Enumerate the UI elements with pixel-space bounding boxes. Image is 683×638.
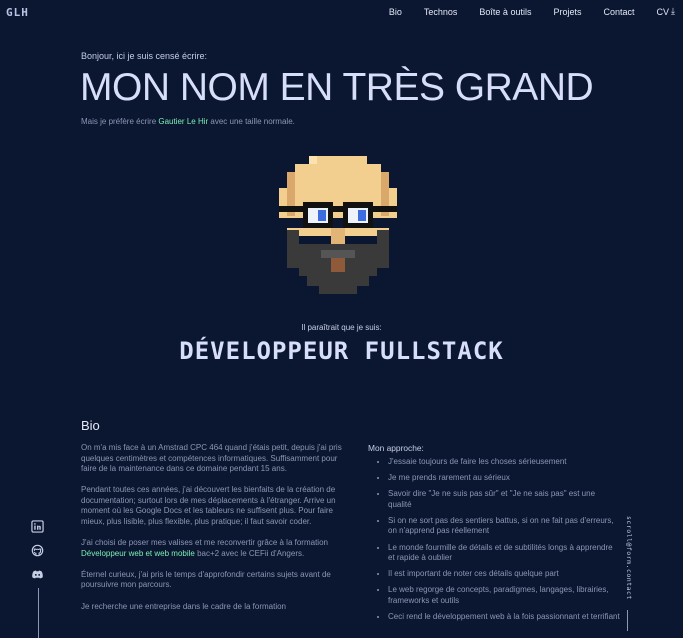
approach-item: Il est important de noter ces détails qu… bbox=[388, 569, 620, 580]
discord-icon[interactable] bbox=[31, 568, 44, 581]
linkedin-icon[interactable] bbox=[31, 520, 44, 533]
contact-email-link[interactable]: scroll@form.contact bbox=[621, 516, 633, 606]
approach-item: Le web regorge de concepts, paradigmes, … bbox=[388, 585, 620, 606]
nav-bio[interactable]: Bio bbox=[389, 6, 402, 17]
approach-item: Savoir dire "Je ne suis pas sûr" et "Je … bbox=[388, 489, 620, 510]
approach-list: J'essaie toujours de faire les choses sé… bbox=[368, 457, 620, 628]
cv-label: CV bbox=[656, 6, 670, 17]
github-icon[interactable] bbox=[31, 544, 44, 557]
social-links bbox=[31, 520, 47, 638]
nav-projets[interactable]: Projets bbox=[553, 6, 581, 17]
approach-item: Ceci rend le développement web à la fois… bbox=[388, 612, 620, 623]
approach-item: Le monde fourmille de détails et de subt… bbox=[388, 543, 620, 564]
nav-toolbox[interactable]: Boîte à outils bbox=[479, 6, 531, 17]
nav-contact[interactable]: Contact bbox=[603, 6, 634, 17]
approach-item: J'essaie toujours de faire les choses sé… bbox=[388, 457, 620, 468]
bio-paragraph-2: Pendant toutes ces années, j'ai découver… bbox=[81, 485, 336, 527]
site-logo[interactable]: GLH bbox=[6, 6, 29, 19]
training-link[interactable]: Développeur web et web mobile bbox=[81, 549, 195, 558]
download-icon: ⤓ bbox=[671, 6, 675, 16]
pixel-avatar-image bbox=[279, 156, 397, 294]
email-divider-line bbox=[627, 610, 628, 631]
main-nav: Bio Technos Boîte à outils Projets Conta… bbox=[367, 6, 675, 17]
hero-subtitle: Mais je préfère écrire Gautier Le Hir av… bbox=[81, 117, 295, 126]
bio-heading: Bio bbox=[81, 418, 100, 433]
subtitle-after: avec une taille normale. bbox=[208, 117, 295, 126]
role-title: DÉVELOPPEUR FULLSTACK bbox=[179, 337, 504, 365]
bio-paragraph-5: Je recherche une entreprise dans le cadr… bbox=[81, 601, 287, 611]
bio-paragraph-3: J'ai choisi de poser mes valises et me r… bbox=[81, 538, 343, 559]
hero-big-name: MON NOM EN TRÈS GRAND bbox=[80, 66, 594, 109]
bio-paragraph-4: Éternel curieux, j'ai pris le temps d'ap… bbox=[81, 569, 331, 590]
approach-item: Si on ne sort pas des sentiers battus, s… bbox=[388, 516, 620, 537]
nav-technos[interactable]: Technos bbox=[424, 6, 458, 17]
bio-paragraph-1: On m'a mis face à un Amstrad CPC 464 qua… bbox=[81, 443, 342, 474]
subtitle-before: Mais je préfère écrire bbox=[81, 117, 159, 126]
hero-intro: Bonjour, ici je suis censé écrire: bbox=[81, 51, 208, 61]
top-bar: GLH Bio Technos Boîte à outils Projets C… bbox=[0, 0, 683, 24]
role-intro: Il paraîtrait que je suis: bbox=[301, 323, 382, 332]
bio-p3-before: J'ai choisi de poser mes valises et me r… bbox=[81, 538, 328, 548]
nav-cv[interactable]: CV ⤓ bbox=[657, 6, 676, 17]
bio-text: On m'a mis face à un Amstrad CPC 464 qua… bbox=[81, 443, 343, 623]
approach-item: Je me prends rarement au sérieux bbox=[388, 473, 620, 484]
author-name: Gautier Le Hir bbox=[158, 117, 209, 126]
approach-heading: Mon approche: bbox=[368, 443, 424, 453]
bio-p3-after: bac+2 avec le CEFii d'Angers. bbox=[194, 548, 305, 558]
